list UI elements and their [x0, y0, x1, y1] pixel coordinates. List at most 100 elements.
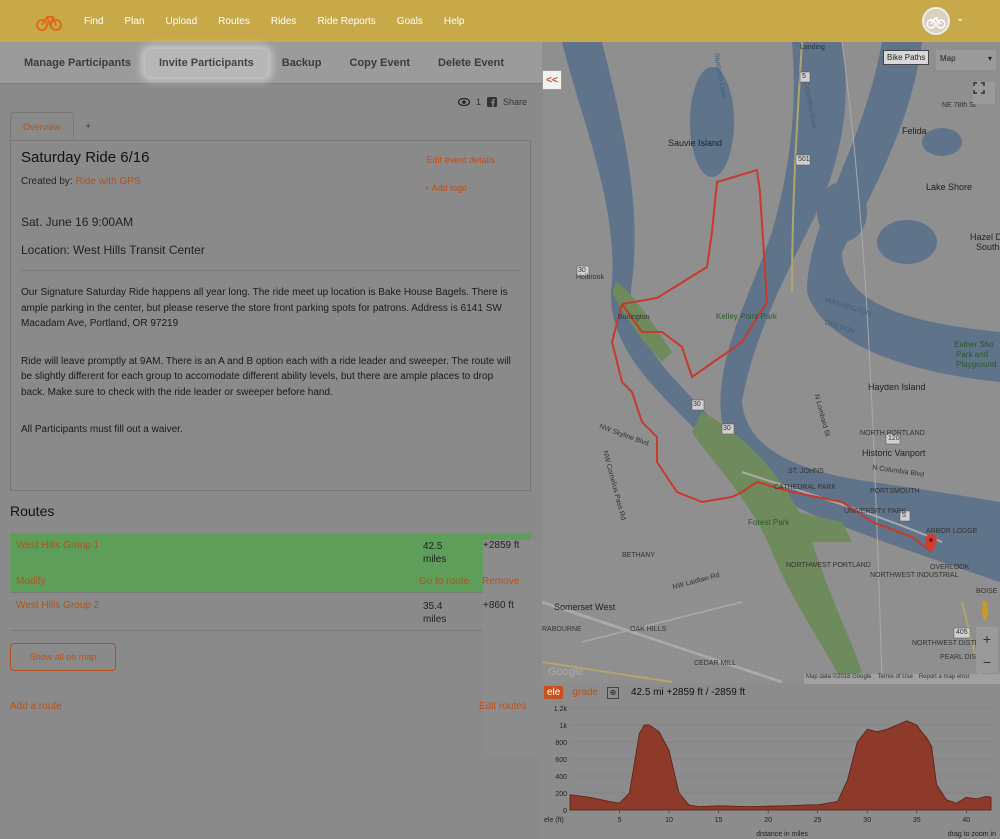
tab-grade[interactable]: grade	[569, 686, 601, 699]
zoom-in-button[interactable]: +	[983, 631, 991, 647]
nav-ride-reports[interactable]: Ride Reports	[317, 16, 375, 27]
event-tabs: Overview +	[10, 112, 103, 139]
event-description-3: All Participants must fill out a waiver.	[21, 424, 183, 435]
highway-shield: 5	[902, 512, 906, 519]
route-row[interactable]: West Hills Group 1 42.5 miles +2859 ft M…	[10, 533, 941, 695]
google-logo: Google	[548, 666, 584, 678]
map-label: ST. JOHNS	[788, 468, 824, 475]
routes-heading: Routes	[10, 503, 55, 519]
map-label: CEDAR MILL	[694, 660, 737, 667]
map-label: Somerset West	[554, 602, 616, 612]
eye-icon	[458, 98, 470, 106]
event-description-2: Ride will leave promptly at 9AM. There i…	[21, 355, 511, 398]
x-tick-label: 40	[962, 817, 970, 824]
user-avatar[interactable]	[922, 7, 950, 35]
report-error-link[interactable]: Report a map error	[919, 674, 970, 684]
street-view-pegman-icon[interactable]	[978, 600, 992, 620]
map-label: NORTHWEST PORTLAND	[786, 562, 871, 569]
copy-event-button[interactable]: Copy Event	[336, 49, 425, 77]
show-all-on-map-button[interactable]: Show all on map	[10, 643, 116, 671]
zoom-out-button[interactable]: −	[983, 654, 991, 670]
delete-event-button[interactable]: Delete Event	[424, 49, 518, 77]
bike-logo-icon[interactable]	[36, 8, 62, 34]
chevron-down-icon[interactable]: ⌄	[956, 13, 964, 24]
nav-help[interactable]: Help	[444, 16, 465, 27]
zoom-controls: + −	[976, 627, 998, 673]
zoom-hint: drag to zoom in	[948, 831, 996, 838]
highway-shield: 30	[723, 425, 731, 432]
route-name[interactable]: West Hills Group 2	[16, 600, 99, 611]
nav-upload[interactable]: Upload	[165, 16, 197, 27]
elevation-profile[interactable]: ele grade ⊕ 42.5 mi +2859 ft / -2859 ft …	[542, 684, 1000, 839]
add-route-link[interactable]: Add a route	[10, 701, 62, 712]
route-distance: 35.4 miles	[423, 600, 446, 626]
invite-participants-button[interactable]: Invite Participants	[144, 48, 268, 77]
fullscreen-icon	[973, 82, 985, 94]
go-to-route-link[interactable]: Go to route	[419, 576, 469, 587]
modify-route-link[interactable]: Modify	[16, 576, 45, 587]
x-tick-label: 20	[764, 817, 772, 824]
map-attribution: Map data ©2018 Google Terms of Use Repor…	[804, 674, 1000, 684]
zoom-icon[interactable]: ⊕	[606, 686, 619, 699]
bike-paths-toggle[interactable]: Bike Paths	[883, 50, 930, 65]
route-distance-value: 35.4	[423, 601, 443, 612]
nav-goals[interactable]: Goals	[397, 16, 423, 27]
x-tick-label: 10	[665, 817, 673, 824]
x-tick-label: 15	[715, 817, 723, 824]
edit-event-details-link[interactable]: Edit event details	[426, 155, 495, 165]
map-label: Playground	[956, 360, 997, 369]
tab-elevation[interactable]: ele	[544, 686, 564, 699]
divider	[21, 270, 520, 271]
remove-route-link[interactable]: Remove	[482, 576, 519, 587]
map-label: Landing	[800, 44, 825, 51]
map-label: Hazel D	[970, 232, 1000, 242]
map-type-value: Map	[940, 54, 956, 63]
add-logo-link[interactable]: + Add logo	[424, 183, 467, 193]
map-type-select[interactable]: Map ▾	[936, 50, 996, 70]
map-label: Park and	[956, 350, 989, 359]
elevation-header: ele grade ⊕ 42.5 mi +2859 ft / -2859 ft	[544, 686, 745, 699]
fullscreen-button[interactable]	[973, 82, 995, 104]
event-overview-card: Saturday Ride 6/16 Created by: Ride with…	[10, 140, 531, 491]
highway-shield: 120	[888, 435, 900, 442]
facebook-icon[interactable]	[487, 97, 498, 107]
view-count: 1	[476, 97, 482, 107]
terms-link[interactable]: Terms of Use	[877, 674, 912, 684]
highway-shield: 30	[693, 401, 701, 408]
x-tick-label: 30	[863, 817, 871, 824]
map-canvas	[542, 42, 1000, 684]
highway-shield: 30	[578, 267, 586, 274]
y-tick-label: 600	[555, 757, 567, 764]
nav-find[interactable]: Find	[84, 16, 103, 27]
map-label: PEARL DIST	[940, 654, 981, 661]
map-data-credit: Map data ©2018 Google	[806, 674, 872, 680]
nav-plan[interactable]: Plan	[124, 16, 144, 27]
tab-overview[interactable]: Overview	[10, 112, 74, 139]
creator-link[interactable]: Ride with GPS	[75, 176, 140, 187]
backup-button[interactable]: Backup	[268, 49, 336, 77]
nav-routes[interactable]: Routes	[218, 16, 250, 27]
map-label: PORTSMOUTH	[870, 488, 920, 495]
map-label: BOISE	[976, 588, 998, 595]
y-tick-label: 800	[555, 740, 567, 747]
map-label: Historic Vanport	[862, 448, 926, 458]
share-link[interactable]: Share	[503, 97, 527, 107]
event-datetime: Sat. June 16 9:00AM	[21, 215, 134, 229]
event-location: Location: West Hills Transit Center	[21, 243, 205, 257]
route-map[interactable]: Landing Sturgeon Lake Sauvie Island Feli…	[542, 42, 1000, 684]
edit-routes-link[interactable]: Edit routes	[479, 701, 527, 712]
route-row[interactable]: West Hills Group 2 35.4 miles +860 ft	[10, 593, 941, 755]
route-name[interactable]: West Hills Group 1	[16, 540, 99, 551]
add-tab-button[interactable]: +	[74, 112, 103, 139]
manage-participants-button[interactable]: Manage Participants	[10, 49, 145, 77]
collapse-panel-button[interactable]: <<	[542, 70, 562, 90]
map-label: Sauvie Island	[668, 138, 723, 148]
nav-rides[interactable]: Rides	[271, 16, 297, 27]
elevation-chart[interactable]: 1.2k 1k 800 600 400 200 0 5 10 15 20 25 30 35 40 ele (f…	[542, 704, 1000, 838]
map-label: Hayden Island	[868, 382, 926, 392]
map-label: UNIVERSITY PARK	[844, 508, 907, 515]
y-tick-label: 400	[555, 774, 567, 781]
map-label: Felida	[902, 126, 927, 136]
x-tick-label: 35	[913, 817, 921, 824]
map-label: NORTHWEST INDUSTRIAL	[870, 572, 959, 579]
